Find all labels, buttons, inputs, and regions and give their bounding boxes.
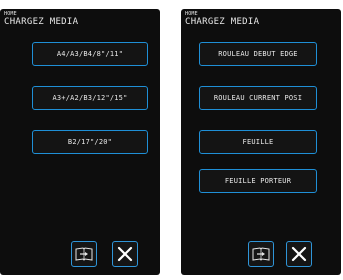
rouleau-debut-edge-button[interactable]: ROULEAU DEBUT EDGE: [199, 42, 317, 66]
close-button[interactable]: [286, 241, 312, 267]
right-screen: HOME CHARGEZ MEDIA ROULEAU DEBUT EDGE RO…: [181, 9, 341, 275]
media-size-a4-button[interactable]: A4/A3/B4/8"/11": [32, 42, 148, 66]
book-feed-icon: [252, 247, 270, 261]
rouleau-current-posi-button[interactable]: ROULEAU CURRENT POSI: [199, 86, 317, 110]
media-size-b2-button[interactable]: B2/17"/20": [32, 130, 148, 154]
feed-button[interactable]: [248, 241, 274, 267]
screen-title: CHARGEZ MEDIA: [185, 17, 260, 27]
book-feed-icon: [75, 247, 93, 261]
media-size-a3plus-button[interactable]: A3+/A2/B3/12"/15": [32, 86, 148, 110]
close-button[interactable]: [112, 241, 138, 267]
close-icon: [291, 246, 307, 262]
close-icon: [117, 246, 133, 262]
feed-button[interactable]: [71, 241, 97, 267]
feuille-button[interactable]: FEUILLE: [199, 130, 317, 154]
left-screen: HOME CHARGEZ MEDIA A4/A3/B4/8"/11" A3+/A…: [0, 9, 160, 275]
screen-title: CHARGEZ MEDIA: [4, 17, 79, 27]
feuille-porteur-button[interactable]: FEUILLE PORTEUR: [199, 169, 317, 193]
